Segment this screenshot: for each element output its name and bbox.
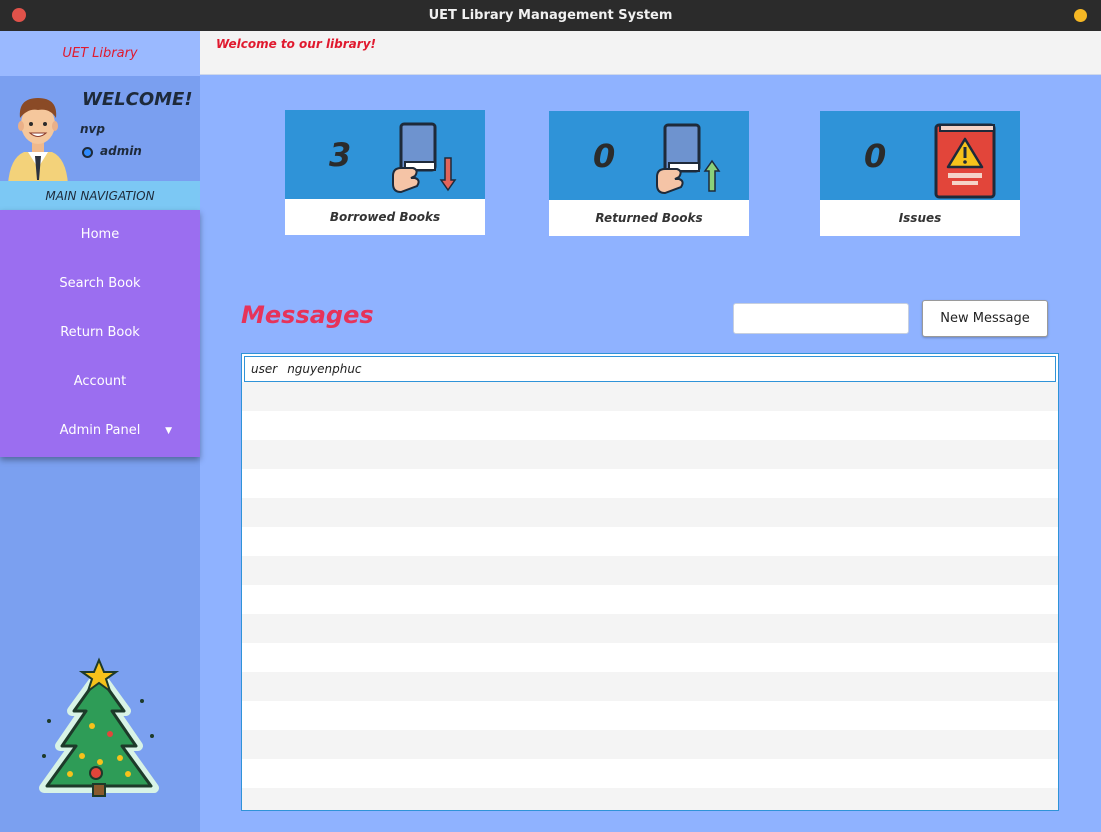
returned-books-card[interactable]: 0 Returned Books [549,111,749,236]
card-header: 3 [285,110,485,199]
close-window-button[interactable] [12,8,26,22]
list-item [242,382,1058,411]
nav-item-return-book[interactable]: Return Book [0,308,200,357]
nav-item-label: Search Book [59,276,141,291]
new-message-button[interactable]: New Message [922,300,1048,337]
title-bar: UET Library Management System [0,0,1101,31]
username: nvp [80,122,105,136]
list-item [242,614,1058,643]
messages-list[interactable]: user nguyenphuc [241,353,1059,811]
message-user-label: user [251,362,278,376]
list-item [242,730,1058,759]
message-input[interactable] [733,303,909,334]
sidebar: UET Library WELCOME! nvp admin MAIN NAVI… [0,31,200,832]
top-bar: Welcome to our library! [200,31,1101,75]
nav-item-label: Admin Panel [59,423,141,438]
borrowed-books-card[interactable]: 3 Borrowed Books [285,110,485,235]
nav-item-account[interactable]: Account [0,357,200,406]
message-sender: nguyenphuc [287,362,362,376]
chevron-down-icon[interactable]: ▼ [165,426,172,436]
list-item [242,498,1058,527]
welcome-banner: Welcome to our library! [216,37,376,51]
nav-item-label: Account [73,374,127,389]
nav-header: MAIN NAVIGATION [0,181,200,210]
card-header: 0 [820,111,1020,200]
user-role: admin [100,144,142,158]
list-item [242,585,1058,614]
minimize-window-button[interactable] [1074,9,1087,22]
list-item [242,788,1058,810]
online-status-icon [82,147,93,158]
borrowed-books-label: Borrowed Books [329,210,441,224]
warning-book-icon [934,123,996,199]
user-profile: WELCOME! nvp admin [0,76,200,184]
borrow-book-icon [392,122,457,194]
christmas-tree-icon [39,657,159,797]
nav-item-home[interactable]: Home [0,210,200,259]
returned-books-label: Returned Books [595,211,703,225]
nav-item-label: Return Book [60,325,140,340]
nav-item-search-book[interactable]: Search Book [0,259,200,308]
app-logo-text: UET Library [62,46,138,61]
borrowed-books-count: 3 [329,136,352,174]
list-item [242,701,1058,730]
list-item [242,643,1058,672]
return-book-icon [656,123,721,195]
app-logo: UET Library [0,31,200,76]
avatar [8,98,68,184]
nav-item-label: Home [80,227,120,242]
list-item [242,440,1058,469]
nav-header-text: MAIN NAVIGATION [45,188,155,203]
nav-item-admin-panel[interactable]: Admin Panel ▼ [0,406,200,455]
list-item[interactable]: user nguyenphuc [244,356,1056,382]
list-item [242,411,1058,440]
returned-books-count: 0 [593,137,616,175]
list-item [242,759,1058,788]
issues-card[interactable]: 0 Issues [820,111,1020,236]
window-title: UET Library Management System [428,8,673,23]
list-item [242,556,1058,585]
issues-count: 0 [864,137,887,175]
issues-label: Issues [898,211,942,225]
list-item [242,672,1058,701]
list-item [242,469,1058,498]
welcome-text: WELCOME! [82,89,193,110]
card-header: 0 [549,111,749,200]
messages-title: Messages [241,301,374,329]
app-window: UET Library Management System UET Librar… [0,0,1101,832]
list-item [242,527,1058,556]
main-navigation: Home Search Book Return Book Account Adm… [0,210,200,457]
